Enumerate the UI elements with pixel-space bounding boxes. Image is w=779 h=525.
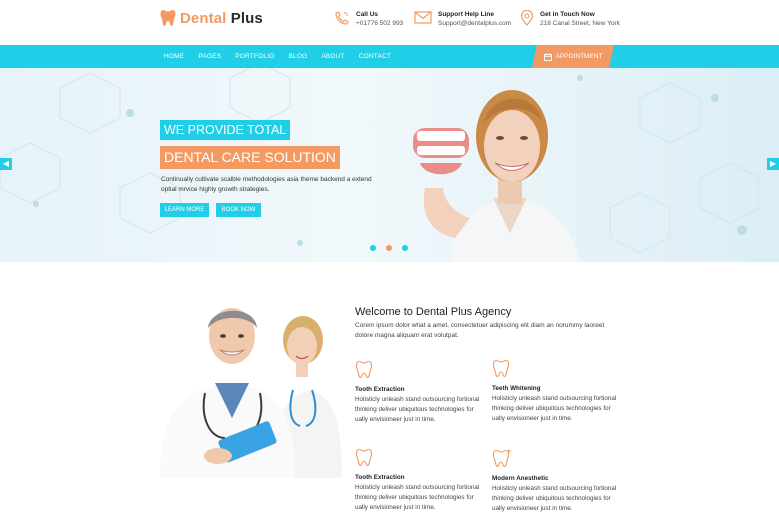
- logo-word-dental: Dental: [180, 9, 227, 27]
- book-now-button[interactable]: BOOK NOW: [216, 203, 261, 217]
- about-title: Welcome to Dental Plus Agency: [355, 306, 512, 318]
- contact-call: Call Us +01776 502 993: [334, 10, 403, 28]
- feature-desc: Holisticly unleash stand outsourcing for…: [492, 485, 617, 512]
- phone-icon: [335, 11, 349, 25]
- learn-more-button[interactable]: LEARN MORE: [160, 203, 209, 217]
- feature-tooth-extraction-1: Tooth Extraction Holisticly unleash stan…: [355, 360, 480, 425]
- support-title: Support Help Line: [438, 11, 494, 18]
- feature-tooth-extraction-2: Tooth Extraction Holisticly unleash stan…: [355, 448, 480, 513]
- hero-tagline-2: DENTAL CARE SOLUTION: [160, 146, 340, 169]
- tooth-icon: [492, 359, 510, 378]
- feature-title: Teeth Whitening: [492, 385, 541, 392]
- feature-title: Tooth Extraction: [355, 474, 405, 481]
- call-value[interactable]: +01776 502 993: [356, 19, 403, 28]
- tooth-icon: [355, 448, 373, 467]
- main-navbar: HOME PAGES PORTFOLIO BLOG ABOUT CONTACT: [0, 45, 779, 68]
- logo[interactable]: Dental Plus: [160, 9, 263, 27]
- hero-description: Continually cultivate scalble methodolog…: [161, 176, 372, 193]
- nav-portfolio[interactable]: PORTFOLIO: [235, 53, 274, 60]
- feature-title: Modern Anesthetic: [492, 475, 549, 482]
- tooth-icon: [355, 360, 373, 379]
- hero-slider: WE PROVIDE TOTAL DENTAL CARE SOLUTION Co…: [0, 68, 779, 262]
- contact-address: Get in Touch Now 218 Canal Street, New Y…: [520, 10, 620, 28]
- slider-dot-1[interactable]: [370, 245, 376, 251]
- top-header: Dental Plus Call Us +01776 502 993 Suppo…: [0, 0, 779, 45]
- nav-contact[interactable]: CONTACT: [359, 53, 391, 60]
- tooth-logo-icon: [160, 10, 176, 26]
- feature-desc: Holisticly unleash stand outsourcing for…: [355, 484, 480, 511]
- main-menu: HOME PAGES PORTFOLIO BLOG ABOUT CONTACT: [164, 45, 391, 68]
- address-value: 218 Canal Street, New York: [540, 20, 620, 27]
- slider-dot-2[interactable]: [386, 245, 392, 251]
- contact-support: Support Help Line Support@dentalplus.com: [414, 10, 511, 28]
- nav-home[interactable]: HOME: [164, 53, 184, 60]
- slider-dot-3[interactable]: [402, 245, 408, 251]
- appointment-label: APPOINTMENT: [555, 53, 603, 60]
- chevron-right-icon: ▶: [769, 159, 777, 168]
- doctors-team-image: [160, 308, 342, 478]
- call-title: Call Us: [356, 11, 379, 18]
- feature-desc: Holisticly unleash stand outsourcing for…: [355, 396, 480, 423]
- slider-dots: [370, 245, 408, 251]
- slider-prev-arrow[interactable]: ◀: [0, 158, 12, 170]
- logo-word-plus: Plus: [230, 9, 263, 27]
- chevron-left-icon: ◀: [2, 159, 10, 168]
- feature-title: Tooth Extraction: [355, 386, 405, 393]
- hexagon-pattern-background: [0, 68, 761, 254]
- feature-desc: Holisticly unleash stand outsourcing for…: [492, 395, 617, 422]
- nav-blog[interactable]: BLOG: [288, 53, 307, 60]
- hero-tagline-1: WE PROVIDE TOTAL: [160, 120, 291, 140]
- calendar-icon: [543, 52, 552, 61]
- feature-teeth-whitening: Teeth Whitening Holisticly unleash stand…: [492, 359, 617, 424]
- about-intro: Corem ipsum dolor what a amet, consectet…: [355, 322, 605, 339]
- support-value[interactable]: Support@dentalplus.com: [438, 19, 511, 28]
- address-title: Get in Touch Now: [540, 11, 595, 18]
- appointment-button[interactable]: APPOINTMENT: [532, 45, 614, 68]
- feature-modern-anesthetic: Modern Anesthetic Holisticly unleash sta…: [492, 448, 617, 514]
- slider-next-arrow[interactable]: ▶: [767, 158, 779, 170]
- nav-about[interactable]: ABOUT: [321, 53, 344, 60]
- nav-pages[interactable]: PAGES: [198, 53, 221, 60]
- tooth-sparkle-icon: [492, 448, 512, 468]
- map-pin-icon: [520, 10, 534, 26]
- smiling-dentist-with-denture-image: [413, 90, 580, 262]
- envelope-icon: [414, 11, 432, 24]
